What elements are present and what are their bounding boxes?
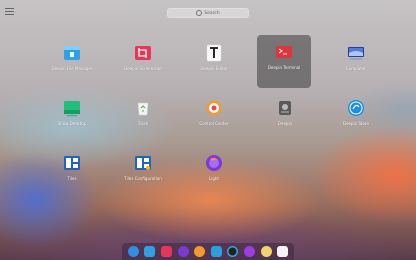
computer-icon [347, 44, 365, 62]
screenshot-icon[interactable] [160, 246, 172, 257]
app-label: Tiles Configuration [124, 176, 162, 181]
app-label: Deepin File Manager [51, 66, 93, 71]
launcher-icon[interactable] [127, 246, 139, 257]
app-deepin[interactable]: Deepin [251, 91, 319, 146]
tiles-icon [63, 154, 81, 172]
app-label: Control Center [199, 121, 229, 126]
app-control-center[interactable]: Control Center [180, 91, 248, 146]
control-center-icon [205, 99, 223, 117]
deepin-app-store-icon [347, 99, 365, 117]
text-editor-icon [205, 44, 223, 62]
firefox-icon[interactable] [177, 246, 189, 257]
tiles-config-icon [134, 154, 152, 172]
file-manager-icon[interactable] [144, 246, 156, 257]
music-icon[interactable] [260, 246, 272, 257]
app-label: Deepin Editor [200, 66, 228, 71]
app-label: Computer [346, 66, 366, 71]
search-bar[interactable]: Search [167, 8, 249, 18]
app-terminal[interactable]: Deepin Terminal [257, 35, 311, 88]
app-label: Show Desktop [57, 121, 87, 126]
control-center-icon[interactable] [194, 246, 206, 257]
app-grid: Deepin File Manager Deepin Screenshot De… [38, 35, 390, 202]
app-show-desktop[interactable]: Show Desktop [38, 91, 106, 146]
app-tiles-config[interactable]: Tiles Configuration [109, 146, 177, 201]
app-label: Deepin Store [342, 121, 370, 126]
terminal-icon [275, 43, 293, 61]
show-desktop-icon [63, 99, 81, 117]
deepin-store-icon [276, 99, 294, 117]
trash-icon[interactable] [277, 246, 289, 257]
app-tiles[interactable]: Tiles [38, 146, 106, 201]
app-computer[interactable]: Computer [322, 36, 390, 91]
dock [122, 243, 294, 260]
app-screenshot[interactable]: Deepin Screenshot [109, 36, 177, 91]
app-label: Light [209, 176, 219, 181]
power-icon[interactable] [243, 246, 255, 257]
app-label: Deepin Terminal [267, 65, 301, 70]
file-manager-icon [63, 44, 81, 62]
search-placeholder: Search [204, 10, 220, 16]
app-label: Deepin [277, 121, 293, 126]
app-label: Deepin Screenshot [124, 66, 162, 71]
app-label: Trash [137, 121, 149, 126]
clock-icon[interactable] [227, 246, 239, 257]
camera-icon[interactable] [210, 246, 222, 257]
app-trash[interactable]: Trash [109, 91, 177, 146]
trash-icon [134, 99, 152, 117]
search-icon [196, 10, 203, 16]
app-light[interactable]: Light [180, 146, 248, 201]
firefox-icon [205, 154, 223, 172]
app-file-manager[interactable]: Deepin File Manager [38, 36, 106, 91]
app-editor[interactable]: Deepin Editor [180, 36, 248, 91]
screenshot-icon [134, 44, 152, 62]
app-deepin-store[interactable]: Deepin Store [322, 91, 390, 146]
menu-icon[interactable] [5, 8, 14, 16]
app-label: Tiles [67, 176, 77, 181]
